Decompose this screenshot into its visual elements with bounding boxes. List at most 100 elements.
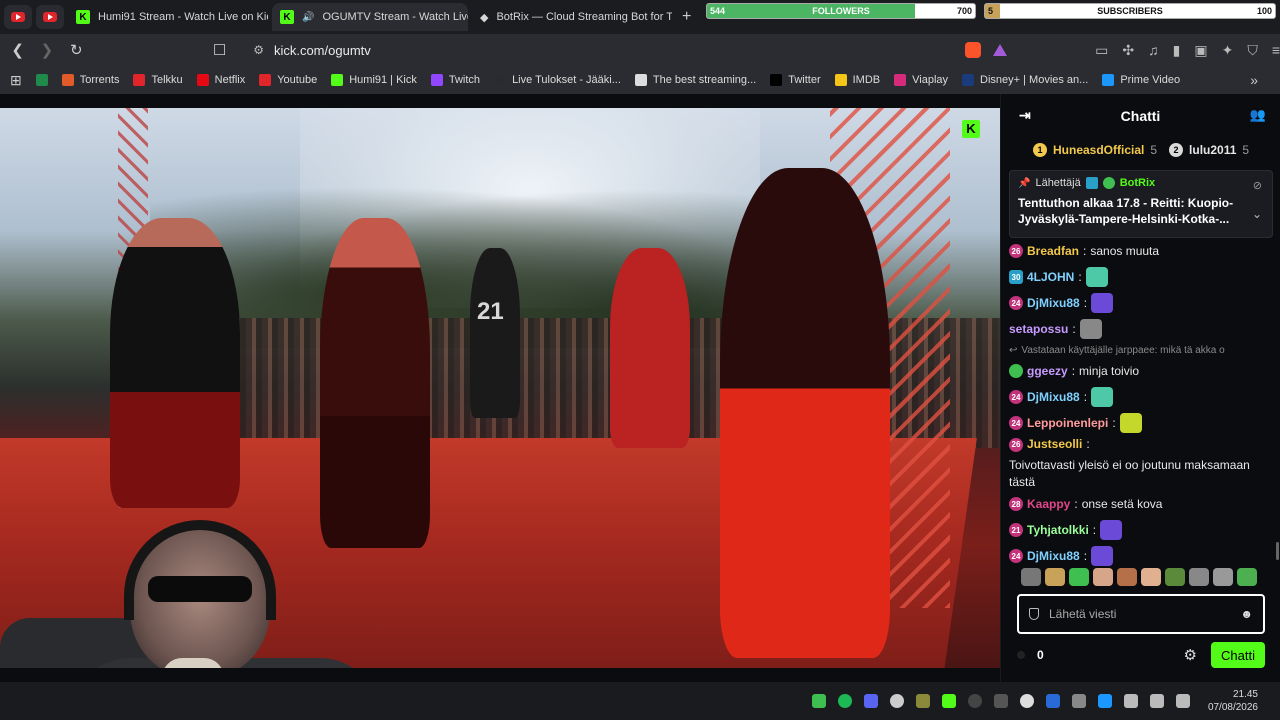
edge-icon[interactable] <box>1097 694 1112 708</box>
scrollbar[interactable] <box>1276 542 1279 560</box>
users-icon[interactable]: 👥 <box>1250 107 1266 123</box>
bookmark-item[interactable]: Twitch <box>430 74 480 86</box>
chat-username[interactable]: 4LJOHN <box>1027 269 1074 286</box>
emote-icon[interactable] <box>1069 568 1089 586</box>
gift-leaderboard: 1 HuneasdOfficial 5 2 lulu2011 5 <box>1001 138 1280 162</box>
app-icon[interactable] <box>967 694 982 708</box>
emote-icon <box>1085 267 1108 287</box>
usb-icon[interactable] <box>1071 694 1086 708</box>
cloud-icon[interactable] <box>889 694 904 708</box>
separator: : <box>1083 548 1088 563</box>
chevron-down-icon[interactable]: ⌄ <box>1252 207 1262 221</box>
emote-icon[interactable] <box>1189 568 1209 586</box>
clock[interactable]: 21.45 07/08/2026 <box>1208 688 1258 714</box>
bookmark-item[interactable]: Netflix <box>196 74 245 86</box>
bookmark-item[interactable]: Prime Video <box>1102 74 1180 86</box>
address-toolbar: ❮ ❯ ↻ ☐ ⚙ kick.com/ogumtv ▭ ✣ ♫ ▮ ▣ ✦ ⛉ … <box>0 34 1280 66</box>
bookmark-item[interactable]: Disney+ | Movies an... <box>962 74 1088 86</box>
menu-icon[interactable]: ≡ <box>1272 42 1280 59</box>
emote-icon[interactable] <box>1117 568 1137 586</box>
bookmark-icon[interactable]: ☐ <box>208 41 231 59</box>
chat-username[interactable]: Breadfan <box>1027 243 1079 260</box>
chat-input-placeholder[interactable]: Lähetä viesti <box>1049 607 1116 621</box>
emote-icon[interactable] <box>1021 568 1041 586</box>
wallet-icon[interactable]: ▣ <box>1194 42 1207 59</box>
bookmark-item[interactable]: Twitter <box>770 74 821 86</box>
extensions-icon[interactable]: ✣ <box>1122 42 1134 59</box>
spotify-icon[interactable] <box>837 694 852 708</box>
chat-text: sanos muuta <box>1090 243 1160 258</box>
more-bookmarks-icon[interactable]: » <box>1250 72 1258 88</box>
brave-shields-icon[interactable] <box>965 42 982 58</box>
bluetooth-icon[interactable] <box>1045 694 1060 708</box>
chat-username[interactable]: DjMixu88 <box>1027 389 1080 406</box>
apps-icon[interactable]: ⊞ <box>10 72 22 89</box>
volume-icon[interactable] <box>1149 694 1164 708</box>
app-icon[interactable] <box>811 694 826 708</box>
bookmark-item[interactable]: The best streaming... <box>634 74 756 86</box>
tab-botrix[interactable]: ◆ BotRix — Cloud Streaming Bot for Tw <box>472 3 672 31</box>
leader-name[interactable]: lulu2011 <box>1189 143 1236 157</box>
bookmark-item[interactable]: Torrents <box>61 74 119 86</box>
pinned-author[interactable]: BotRix <box>1120 177 1155 189</box>
bookmark-item[interactable]: Humi91 | Kick <box>331 74 417 86</box>
channel-points[interactable]: 0 <box>1037 648 1044 662</box>
app-icon[interactable] <box>993 694 1008 708</box>
app-icon[interactable] <box>1019 694 1034 708</box>
discord-icon[interactable] <box>863 694 878 708</box>
emote-icon[interactable] <box>1141 568 1161 586</box>
chat-username[interactable]: DjMixu88 <box>1027 295 1080 312</box>
omnibox[interactable]: ⚙ kick.com/ogumtv <box>243 37 982 63</box>
app-icon[interactable] <box>915 694 930 708</box>
send-chat-button[interactable]: Chatti <box>1211 642 1265 668</box>
forward-icon[interactable]: ❯ <box>35 41 58 59</box>
emote-icon[interactable] <box>1045 568 1065 586</box>
bookmark-item[interactable]: Live Tulokset - Jääki... <box>494 74 621 86</box>
bookmark-item[interactable]: Youtube <box>259 74 317 86</box>
chat-username[interactable]: Kaappy <box>1027 496 1070 513</box>
gear-icon[interactable]: ⚙ <box>1184 646 1197 664</box>
video-player[interactable]: 21 K <box>0 108 1000 668</box>
chat-username[interactable]: ggeezy <box>1027 363 1068 380</box>
music-icon[interactable]: ♫ <box>1148 42 1159 59</box>
bookmark-item[interactable] <box>35 74 48 86</box>
reload-icon[interactable]: ↻ <box>65 41 88 59</box>
brave-rewards-icon[interactable] <box>993 44 1008 56</box>
network-icon[interactable] <box>1175 694 1190 708</box>
emoji-icon[interactable]: ☻ <box>1240 607 1253 621</box>
cast-icon[interactable]: ▭ <box>1095 42 1108 59</box>
pinned-tab-youtube-2[interactable] <box>36 5 64 29</box>
chat-username[interactable]: setapossu <box>1009 321 1068 338</box>
emote-icon[interactable] <box>1093 568 1113 586</box>
emote-icon[interactable] <box>1213 568 1233 586</box>
pinned-message[interactable]: 📌 Lähettäjä BotRix Tenttuthon alkaa 17.8… <box>1009 170 1273 238</box>
chat-input[interactable]: Lähetä viesti ☻ <box>1017 594 1265 634</box>
site-info-icon[interactable]: ⚙ <box>253 43 264 57</box>
new-tab-button[interactable]: + <box>682 8 691 26</box>
pinned-tab-youtube-1[interactable] <box>4 5 32 29</box>
followers-goal: 700 <box>956 6 972 16</box>
chat-username[interactable]: Justseolli <box>1027 436 1082 453</box>
back-icon[interactable]: ❮ <box>6 41 29 59</box>
chat-message: 26 Breadfan: sanos muuta <box>1009 238 1273 264</box>
chat-username[interactable]: DjMixu88 <box>1027 548 1080 565</box>
url-text[interactable]: kick.com/ogumtv <box>274 43 371 58</box>
vpn-icon[interactable]: ⛉ <box>1247 42 1258 59</box>
emote-icon <box>1119 413 1142 433</box>
microphone-icon[interactable] <box>1123 694 1138 708</box>
leo-icon[interactable]: ✦ <box>1222 42 1234 59</box>
collapse-chat-icon[interactable]: ⇥ <box>1019 107 1031 124</box>
bookmark-item[interactable]: IMDB <box>834 74 880 86</box>
bookmark-item[interactable]: Telkku <box>133 74 183 86</box>
chat-username[interactable]: Tyhjatolkki <box>1027 522 1089 539</box>
tab-ogumtv[interactable]: K 🔊 OGUMTV Stream - Watch Live ✕ <box>272 3 468 31</box>
chat-username[interactable]: Leppoinenlepi <box>1027 415 1108 432</box>
emote-icon[interactable] <box>1165 568 1185 586</box>
bookmark-item[interactable]: Viaplay <box>894 74 948 86</box>
play-icon[interactable] <box>941 694 956 708</box>
emote-icon[interactable] <box>1237 568 1257 586</box>
hide-eye-icon[interactable]: ⊘ <box>1253 179 1262 192</box>
tab-humi91[interactable]: K Humi91 Stream - Watch Live on Kick <box>68 3 268 31</box>
leader-name[interactable]: HuneasdOfficial <box>1053 143 1144 157</box>
sidebar-icon[interactable]: ▮ <box>1173 42 1181 59</box>
